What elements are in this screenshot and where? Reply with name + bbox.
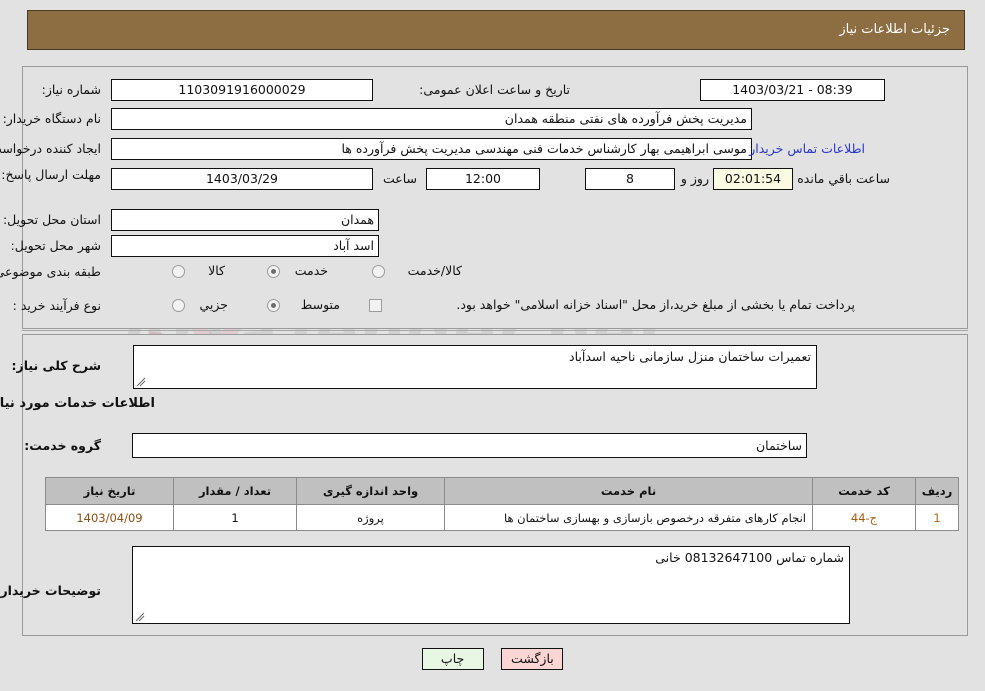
cell-date: 1403/04/09: [45, 504, 174, 531]
remaining-hours-label: ساعت باقي مانده: [797, 171, 890, 186]
action-button-bar: بازگشت چاپ: [0, 648, 985, 670]
resize-grip-icon[interactable]: [136, 377, 146, 387]
buyer-comments-value: شماره تماس 08132647100 خانی: [655, 550, 844, 565]
days-label: روز و: [680, 171, 709, 186]
panel-divider: [22, 330, 968, 331]
province-label: استان محل تحویل:: [2, 212, 101, 227]
deadline-label: مهلت ارسال پاسخ: تا تاریخ:: [0, 167, 101, 182]
deadline-label-text: مهلت ارسال پاسخ: تا تاریخ:: [0, 167, 101, 182]
province-value: همدان: [111, 209, 379, 231]
radio-category-kala-khedmat-label: کالا/خدمت: [407, 263, 462, 278]
city-value: اسد آباد: [111, 235, 379, 257]
buyer-contact-link[interactable]: اطلاعات تماس خریدار: [749, 141, 865, 156]
hour-label: ساعت: [382, 171, 417, 186]
radio-process-motevaset[interactable]: [267, 299, 280, 312]
requester-label: ایجاد کننده درخواست:: [0, 141, 101, 156]
th-name: نام خدمت: [444, 477, 813, 505]
radio-category-khedmat-label: خدمت: [294, 263, 328, 278]
cell-quantity: 1: [173, 504, 297, 531]
need-number-label: شماره نیاز:: [41, 82, 101, 97]
need-number-value: 1103091916000029: [111, 79, 373, 101]
treasury-docs-checkbox[interactable]: [369, 299, 382, 312]
city-label: شهر محل تحویل:: [10, 238, 101, 253]
radio-process-jozii[interactable]: [172, 299, 185, 312]
need-info-panel: [22, 66, 968, 329]
requester-value: موسی ابراهیمی بهار کارشناس خدمات فنی مهن…: [111, 138, 752, 160]
th-quantity: تعداد / مقدار: [173, 477, 297, 505]
back-button[interactable]: بازگشت: [501, 648, 564, 670]
radio-process-jozii-label: جزیي: [199, 297, 228, 312]
radio-category-khedmat[interactable]: [267, 265, 280, 278]
print-button[interactable]: چاپ: [421, 648, 484, 670]
th-date: تاریخ نیاز: [45, 477, 174, 505]
buyer-comments-textarea[interactable]: شماره تماس 08132647100 خانی: [132, 546, 850, 624]
remaining-time-value: 02:01:54: [713, 168, 793, 190]
remaining-days-value: 8: [585, 168, 675, 190]
buyer-comments-label: توضیحات خریدار:: [0, 583, 101, 598]
th-index: ردیف: [915, 477, 959, 505]
general-desc-textarea[interactable]: تعمیرات ساختمان منزل سازمانی ناحیه اسدآب…: [133, 345, 817, 389]
table-header-row: ردیف کد خدمت نام خدمت واحد اندازه گیری ت…: [45, 477, 959, 505]
th-unit: واحد اندازه گیری: [296, 477, 445, 505]
cell-code: ج-44: [812, 504, 916, 531]
category-label: طبقه بندی موضوعی:: [0, 264, 101, 279]
services-table: ردیف کد خدمت نام خدمت واحد اندازه گیری ت…: [45, 477, 959, 531]
announce-value: 08:39 - 1403/03/21: [700, 79, 885, 101]
process-label: نوع فرآیند خرید :: [12, 298, 101, 313]
page-title: جزئیات اطلاعات نیاز: [839, 22, 950, 37]
general-desc-label: شرح کلی نیاز:: [11, 358, 101, 373]
deadline-time-value: 12:00: [426, 168, 540, 190]
page-header: جزئیات اطلاعات نیاز: [27, 10, 965, 50]
radio-process-motevaset-label: متوسط: [300, 297, 340, 312]
radio-category-kala[interactable]: [172, 265, 185, 278]
th-code: کد خدمت: [812, 477, 916, 505]
services-section-title: اطلاعات خدمات مورد نیاز: [0, 396, 155, 411]
buyer-org-value: مدیریت پخش فرآورده های نفتی منطقه همدان: [111, 108, 752, 130]
service-group-label: گروه خدمت:: [24, 438, 101, 453]
buyer-org-label: نام دستگاه خریدار:: [2, 111, 101, 126]
cell-name: انجام کارهای متفرقه درخصوص بازسازی و بهس…: [444, 504, 813, 531]
announce-label: تاریخ و ساعت اعلان عمومی:: [419, 82, 570, 97]
deadline-date-value: 1403/03/29: [111, 168, 373, 190]
cell-index: 1: [915, 504, 959, 531]
radio-category-kala-label: کالا: [208, 263, 225, 278]
radio-category-kala-khedmat[interactable]: [372, 265, 385, 278]
general-desc-value: تعمیرات ساختمان منزل سازمانی ناحیه اسدآب…: [569, 349, 811, 364]
service-group-value: ساختمان: [132, 433, 807, 458]
cell-unit: پروژه: [296, 504, 445, 531]
treasury-docs-label: پرداخت تمام یا بخشی از مبلغ خرید،از محل …: [456, 297, 855, 312]
table-row: 1 ج-44 انجام کارهای متفرقه درخصوص بازساز…: [45, 504, 959, 531]
resize-grip-icon[interactable]: [135, 612, 145, 622]
